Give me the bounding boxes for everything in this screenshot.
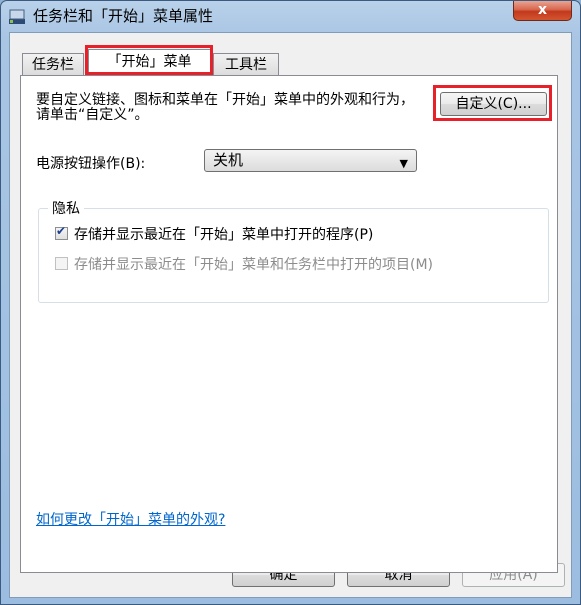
recent-items-checkbox[interactable]: [55, 257, 68, 270]
help-link[interactable]: 如何更改「开始」菜单的外观?: [36, 509, 225, 529]
recent-items-label: 存储并显示最近在「开始」菜单和任务栏中打开的项目(M): [74, 257, 434, 273]
description-text: 要自定义链接、图标和菜单在「开始」菜单中的外观和行为，请单击“自定义”。: [36, 92, 414, 123]
recent-programs-checkbox[interactable]: [55, 224, 68, 240]
power-button-select[interactable]: 关机 ▼: [204, 149, 417, 172]
properties-dialog: 任务栏和「开始」菜单属性 x 任务栏 「开始」菜单 工具栏 要自定义链接、图标和…: [0, 0, 581, 605]
tab-taskbar[interactable]: 任务栏: [22, 53, 84, 75]
title-bar: 任务栏和「开始」菜单属性 x: [1, 1, 580, 31]
recent-programs-label: 存储并显示最近在「开始」菜单中打开的程序(P): [74, 227, 374, 243]
highlight-customize: [433, 85, 552, 121]
power-button-label: 电源按钮操作(B):: [36, 156, 146, 172]
window-title: 任务栏和「开始」菜单属性: [33, 7, 214, 25]
privacy-title: 隐私: [48, 198, 84, 218]
highlight-tab: [85, 45, 213, 75]
power-select-value: 关机: [213, 151, 244, 169]
taskbar-icon: [9, 9, 25, 24]
tab-toolbars[interactable]: 工具栏: [213, 53, 279, 75]
dialog-body: 任务栏 「开始」菜单 工具栏 要自定义链接、图标和菜单在「开始」菜单中的外观和行…: [9, 32, 572, 598]
close-button[interactable]: x: [513, 1, 572, 21]
chevron-down-icon: ▼: [399, 157, 408, 170]
